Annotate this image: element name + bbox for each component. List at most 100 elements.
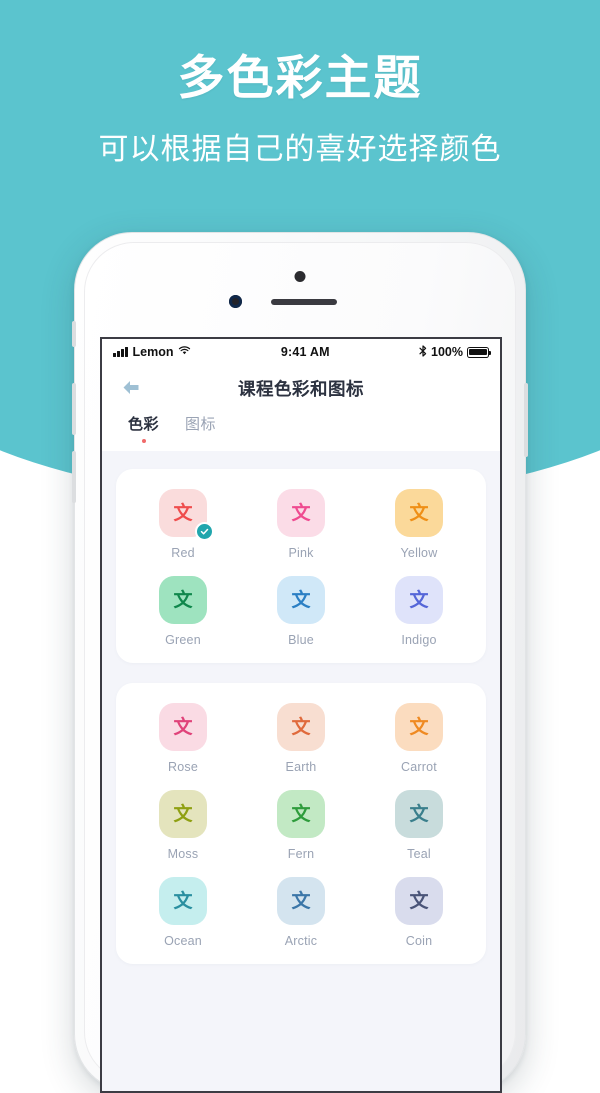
tile-wrap: 文 [395, 576, 443, 624]
color-swatch-teal[interactable]: 文 Teal [360, 790, 478, 877]
color-swatch-red[interactable]: 文 Red [124, 489, 242, 576]
check-icon [200, 528, 209, 535]
tile-wrap: 文 [277, 489, 325, 537]
color-tile: 文 [395, 489, 443, 537]
color-tile: 文 [277, 877, 325, 925]
earpiece-speaker [271, 299, 337, 305]
tile-wrap: 文 [159, 790, 207, 838]
color-name-label: Red [171, 546, 195, 560]
color-name-label: Ocean [164, 934, 202, 948]
color-swatch-moss[interactable]: 文 Moss [124, 790, 242, 877]
tile-wrap: 文 [159, 489, 214, 541]
color-name-label: Green [165, 633, 201, 647]
color-swatch-indigo[interactable]: 文 Indigo [360, 576, 478, 647]
tile-wrap: 文 [395, 489, 443, 537]
tile-wrap: 文 [277, 790, 325, 838]
battery-full-icon [467, 346, 491, 358]
color-tile: 文 [395, 877, 443, 925]
tile-wrap: 文 [395, 703, 443, 751]
tab-colors[interactable]: 色彩 [128, 413, 159, 443]
color-tile: 文 [395, 703, 443, 751]
color-tile: 文 [159, 703, 207, 751]
palette-card-extended: 文 Rose 文 Earth 文 Carrot 文 Moss 文 Fern 文 … [116, 683, 486, 964]
color-tile: 文 [159, 877, 207, 925]
promo-title: 多色彩主题 [177, 51, 423, 104]
tab-colors-label: 色彩 [128, 416, 160, 433]
arrow-left-icon [123, 381, 139, 394]
phone-screen: Lemon 9:41 AM 100% 课程色彩和图标 色彩 图标 文 Red 文… [100, 337, 502, 1093]
tab-icons-label: 图标 [185, 416, 217, 433]
swatch-row: 文 Ocean 文 Arctic 文 Coin [124, 877, 478, 948]
proximity-sensor-icon [229, 295, 242, 308]
color-swatch-blue[interactable]: 文 Blue [242, 576, 360, 647]
tile-wrap: 文 [277, 877, 325, 925]
promo-subtitle: 可以根据自己的喜好选择颜色 [98, 132, 502, 166]
palette-card-primary: 文 Red 文 Pink 文 Yellow 文 Green 文 Blue 文 I… [116, 469, 486, 663]
navigation-bar: 课程色彩和图标 [102, 365, 500, 411]
color-swatch-earth[interactable]: 文 Earth [242, 703, 360, 790]
phone-mute-switch[interactable] [72, 321, 76, 347]
color-tile: 文 [277, 703, 325, 751]
color-name-label: Carrot [401, 760, 437, 774]
phone-mockup: Lemon 9:41 AM 100% 课程色彩和图标 色彩 图标 文 Red 文… [72, 232, 528, 1093]
color-swatch-green[interactable]: 文 Green [124, 576, 242, 647]
color-swatch-carrot[interactable]: 文 Carrot [360, 703, 478, 790]
front-camera-icon [294, 271, 306, 282]
signal-bars-icon [113, 347, 128, 357]
color-name-label: Arctic [284, 934, 318, 948]
carrier-label: Lemon [132, 345, 174, 359]
tile-wrap: 文 [277, 703, 325, 751]
color-tile: 文 [277, 489, 325, 537]
color-swatch-yellow[interactable]: 文 Yellow [360, 489, 478, 576]
color-name-label: Rose [168, 760, 198, 774]
promo-copy: 多色彩主题 可以根据自己的喜好选择颜色 [0, 0, 600, 168]
color-name-label: Moss [167, 847, 199, 861]
color-tile: 文 [159, 790, 207, 838]
status-bar: Lemon 9:41 AM 100% [102, 339, 500, 365]
tile-wrap: 文 [395, 877, 443, 925]
color-palette-content: 文 Red 文 Pink 文 Yellow 文 Green 文 Blue 文 I… [102, 451, 500, 1091]
color-swatch-coin[interactable]: 文 Coin [360, 877, 478, 948]
status-bar-time: 9:41 AM [280, 345, 330, 359]
battery-percentage: 100% [431, 345, 463, 359]
color-name-label: Earth [285, 760, 317, 774]
color-name-label: Indigo [401, 633, 437, 647]
color-tile: 文 [395, 576, 443, 624]
tab-bar: 色彩 图标 [102, 411, 500, 451]
back-button[interactable] [116, 373, 146, 403]
status-bar-right: 100% [419, 344, 491, 360]
bluetooth-icon [419, 344, 427, 360]
swatch-row: 文 Rose 文 Earth 文 Carrot [124, 703, 478, 790]
page-title: 课程色彩和图标 [238, 378, 364, 399]
phone-volume-up-button[interactable] [72, 383, 76, 435]
selected-check-badge [195, 522, 214, 541]
color-swatch-arctic[interactable]: 文 Arctic [242, 877, 360, 948]
tile-wrap: 文 [395, 790, 443, 838]
phone-power-button[interactable] [524, 383, 528, 457]
color-swatch-ocean[interactable]: 文 Ocean [124, 877, 242, 948]
color-tile: 文 [159, 576, 207, 624]
color-tile: 文 [277, 790, 325, 838]
swatch-row: 文 Red 文 Pink 文 Yellow [124, 489, 478, 576]
color-name-label: Pink [288, 546, 314, 560]
swatch-row: 文 Green 文 Blue 文 Indigo [124, 576, 478, 647]
color-name-label: Blue [288, 633, 314, 647]
swatch-row: 文 Moss 文 Fern 文 Teal [124, 790, 478, 877]
wifi-icon [178, 345, 191, 359]
tile-wrap: 文 [277, 576, 325, 624]
tab-active-dot [141, 439, 146, 443]
tile-wrap: 文 [159, 576, 207, 624]
status-bar-left: Lemon [113, 345, 191, 359]
tab-icons[interactable]: 图标 [185, 413, 216, 443]
color-name-label: Coin [405, 934, 433, 948]
tile-wrap: 文 [159, 703, 207, 751]
color-tile: 文 [277, 576, 325, 624]
phone-volume-down-button[interactable] [72, 451, 76, 503]
color-name-label: Fern [287, 847, 315, 861]
tile-wrap: 文 [159, 877, 207, 925]
color-swatch-fern[interactable]: 文 Fern [242, 790, 360, 877]
color-swatch-rose[interactable]: 文 Rose [124, 703, 242, 790]
color-name-label: Teal [407, 847, 431, 861]
color-swatch-pink[interactable]: 文 Pink [242, 489, 360, 576]
color-tile: 文 [395, 790, 443, 838]
